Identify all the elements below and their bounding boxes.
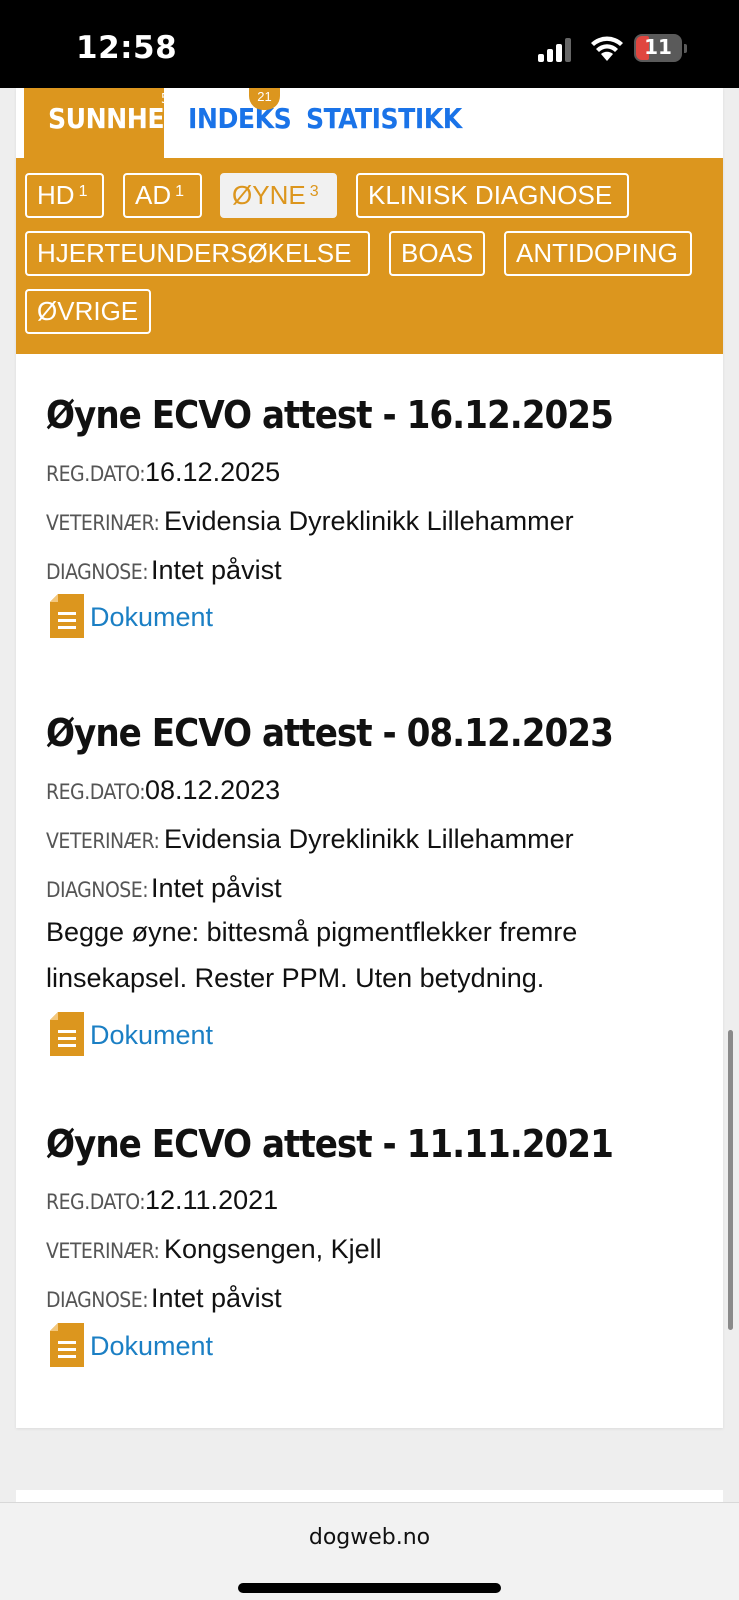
tab-label: STATISTIKK xyxy=(306,102,462,135)
document-link-text: Dokument xyxy=(90,1331,214,1361)
document-icon xyxy=(50,1012,84,1056)
document-link-text: Dokument xyxy=(90,602,214,632)
document-link-text: Dokument xyxy=(90,1020,214,1050)
filter-hjerteundersokelse[interactable]: HJERTEUNDERSØKELSE xyxy=(25,231,370,276)
filter-label: ANTIDOPING xyxy=(516,238,678,268)
tab-statistikk[interactable]: STATISTIKK xyxy=(306,88,462,160)
diagnose-value: Intet påvist xyxy=(151,555,282,585)
filter-label: ØVRIGE xyxy=(37,296,139,326)
tab-label: INDEKS xyxy=(188,102,292,135)
regdato-label: REG.DATO: xyxy=(46,780,146,804)
battery-icon: 11 xyxy=(634,34,687,62)
diagnose-label: DIAGNOSE: xyxy=(46,560,149,584)
filter-oyne[interactable]: ØYNE 3 xyxy=(220,173,337,218)
filter-label: KLINISK DIAGNOSE xyxy=(368,180,613,210)
veterinar-label: VETERINÆR: xyxy=(46,511,160,535)
home-indicator[interactable] xyxy=(238,1583,501,1593)
diagnose-value: Intet påvist xyxy=(151,1283,282,1313)
filter-antidoping[interactable]: ANTIDOPING xyxy=(504,231,692,276)
document-icon xyxy=(50,594,84,638)
filter-boas[interactable]: BOAS xyxy=(389,231,485,276)
filter-label: ØYNE xyxy=(232,180,306,210)
veterinar-value: Kongsengen, Kjell xyxy=(164,1234,382,1264)
filter-label: HD xyxy=(37,180,75,210)
regdato-value: 12.11.2021 xyxy=(145,1185,279,1215)
diagnose-value: Intet påvist xyxy=(151,873,282,903)
filter-count: 1 xyxy=(175,183,185,200)
filter-count: 1 xyxy=(78,183,88,200)
filter-panel: HD 1 AD 1 ØYNE 3 KLINISK DIAGNOSE HJERTEUND… xyxy=(16,158,723,354)
browser-bottom-bar: dogweb.no xyxy=(0,1502,739,1600)
filter-count: 3 xyxy=(309,183,319,200)
entry-note: Begge øyne: bittesmå pigmentflekker frem… xyxy=(46,917,578,993)
regdato-label: REG.DATO: xyxy=(46,1190,146,1214)
wifi-icon xyxy=(591,36,623,61)
entry-title: Øyne ECVO attest - 16.12.2025 xyxy=(46,393,614,437)
tab-indeks[interactable]: INDEKS xyxy=(188,88,298,160)
diagnose-label: DIAGNOSE: xyxy=(46,878,149,902)
veterinar-value: Evidensia Dyreklinikk Lillehammer xyxy=(164,506,574,536)
status-time: 12:58 xyxy=(76,30,178,66)
tab-count: 5 xyxy=(161,92,168,107)
filter-ad[interactable]: AD 1 xyxy=(123,173,202,218)
diagnose-label: DIAGNOSE: xyxy=(46,1288,149,1312)
filter-klinisk-diagnose[interactable]: KLINISK DIAGNOSE xyxy=(356,173,629,218)
cellular-signal-icon xyxy=(538,38,578,62)
filter-ovrige[interactable]: ØVRIGE xyxy=(25,289,151,334)
tab-bar: SUNNHET 5 INDEKS 21 STATISTIKK xyxy=(16,88,723,160)
veterinar-label: VETERINÆR: xyxy=(46,1239,160,1263)
address-bar[interactable]: dogweb.no xyxy=(0,1525,739,1550)
status-bar: 12:58 11 xyxy=(0,0,739,88)
veterinar-label: VETERINÆR: xyxy=(46,829,160,853)
regdato-label: REG.DATO: xyxy=(46,462,146,486)
filter-label: AD xyxy=(135,180,172,210)
health-card: SUNNHET 5 INDEKS 21 STATISTIKK HD 1 AD 1 Ø… xyxy=(16,88,723,1428)
regdato-value: 16.12.2025 xyxy=(145,457,281,487)
filter-label: BOAS xyxy=(401,238,474,268)
document-icon xyxy=(50,1323,84,1367)
entry-title: Øyne ECVO attest - 08.12.2023 xyxy=(46,711,614,755)
regdato-value: 08.12.2023 xyxy=(145,775,281,805)
filter-label: HJERTEUNDERSØKELSE xyxy=(37,238,352,268)
veterinar-value: Evidensia Dyreklinikk Lillehammer xyxy=(164,824,574,854)
battery-level: 11 xyxy=(644,35,672,59)
filter-hd[interactable]: HD 1 xyxy=(25,173,104,218)
entry-title: Øyne ECVO attest - 11.11.2021 xyxy=(46,1122,614,1166)
tab-sunnhet[interactable]: SUNNHET 5 xyxy=(24,88,181,160)
scrollbar[interactable] xyxy=(728,1030,733,1330)
